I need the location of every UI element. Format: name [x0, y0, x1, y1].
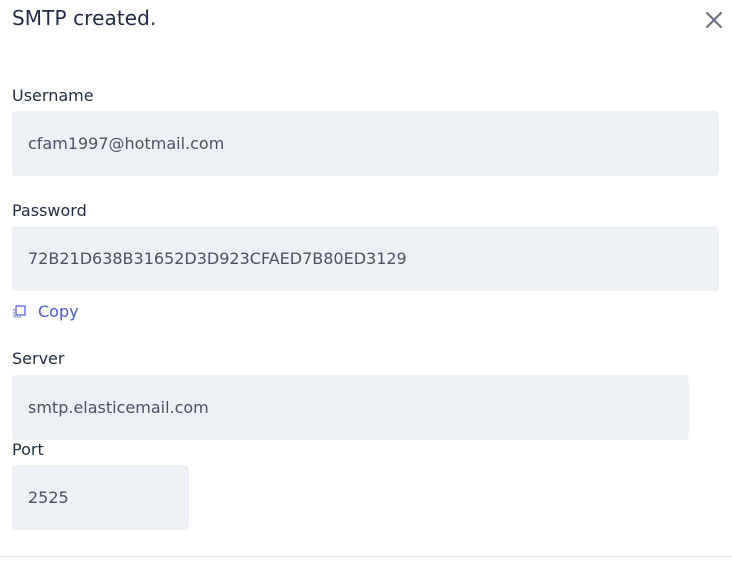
smtp-created-dialog: SMTP created. Username cfam1997@hotmail.…	[0, 0, 732, 561]
close-button[interactable]	[702, 8, 726, 32]
password-label: Password	[12, 201, 87, 220]
port-field[interactable]: 2525	[12, 465, 189, 530]
copy-label: Copy	[38, 302, 79, 321]
password-field[interactable]: 72B21D638B31652D3D923CFAED7B80ED3129	[12, 226, 719, 291]
server-label: Server	[12, 349, 65, 368]
username-label: Username	[12, 86, 94, 105]
username-field[interactable]: cfam1997@hotmail.com	[12, 111, 719, 176]
copy-icon	[13, 304, 26, 318]
port-label: Port	[12, 440, 44, 459]
bottom-divider	[0, 556, 732, 557]
close-icon	[705, 11, 723, 29]
server-field[interactable]: smtp.elasticemail.com	[12, 375, 689, 440]
copy-button[interactable]: Copy	[12, 302, 79, 321]
dialog-title: SMTP created.	[12, 6, 157, 30]
